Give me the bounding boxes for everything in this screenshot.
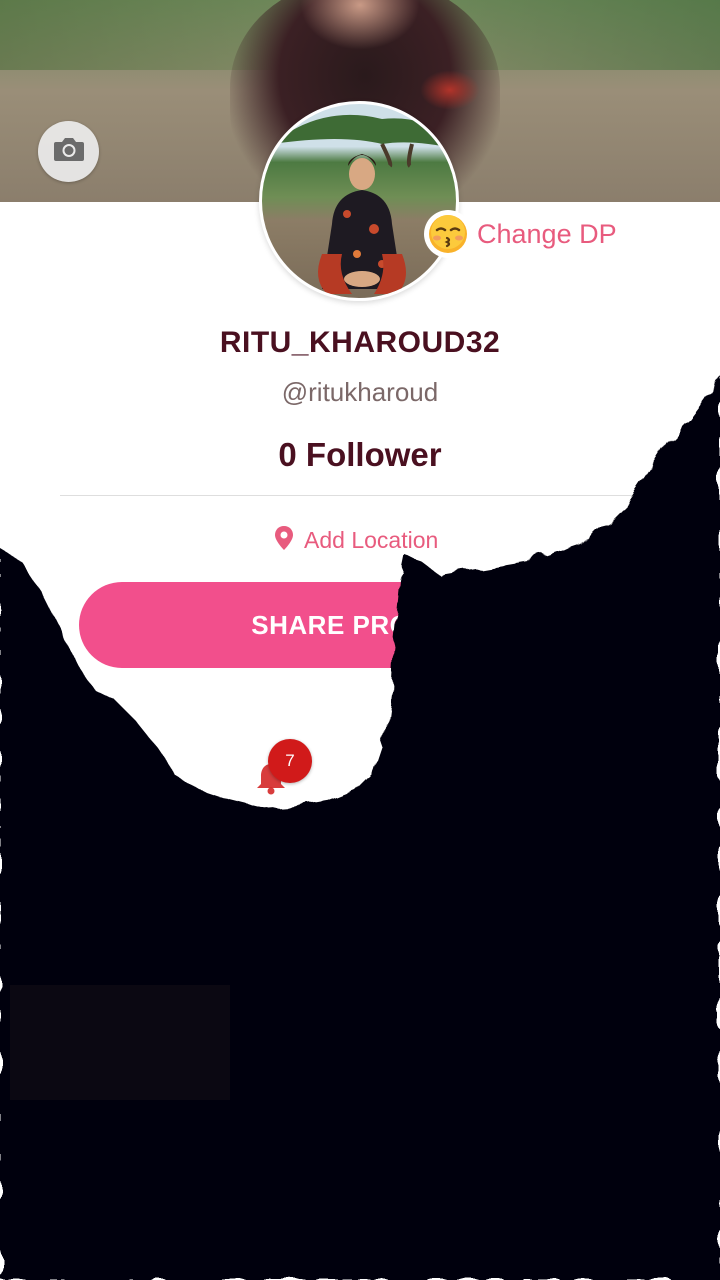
profile-card [0,202,720,1280]
change-dp-label: Change DP [477,218,617,249]
notification-badge: 7 [268,739,312,783]
divider [60,495,660,496]
profile-handle: @ritukharoud [281,377,439,407]
kiss-emoji-icon [424,210,472,258]
change-cover-button[interactable] [38,121,99,182]
location-pin-icon [274,525,294,556]
avatar[interactable] [259,101,459,301]
share-profile-button[interactable]: SHARE PROFILE [79,582,641,668]
profile-username: RITU_KHAROUD32 [219,326,501,359]
camera-icon [52,135,86,168]
add-location-label: Add Location [304,527,439,553]
change-dp-button[interactable]: Change DP [424,210,617,258]
follower-count[interactable]: 0 Follower [0,436,720,474]
add-location-button[interactable]: Add Location [274,525,438,556]
